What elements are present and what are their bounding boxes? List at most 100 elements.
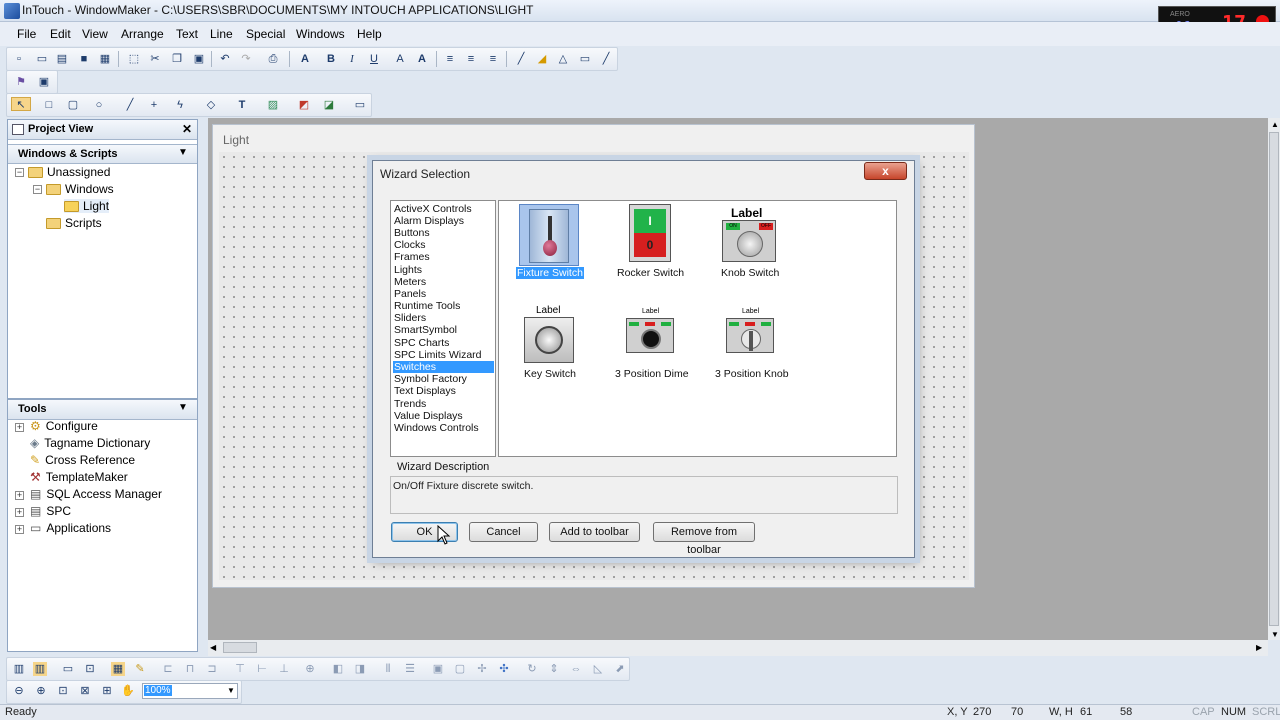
scroll-right-icon[interactable]: ▶ [1256, 643, 1262, 652]
zoom-in-icon[interactable]: ⊕ [34, 684, 48, 698]
smooth-icon[interactable]: ⬈ [613, 662, 627, 676]
expand-icon[interactable]: + [15, 508, 24, 517]
font-icon[interactable]: A [298, 52, 312, 66]
button-tool-icon[interactable]: ▭ [353, 98, 367, 112]
menu-arrange[interactable]: Arrange [121, 27, 164, 41]
pen-icon[interactable]: ✎ [133, 662, 147, 676]
zoom-combo[interactable]: 100% ▼ [142, 683, 238, 699]
category-item[interactable]: Runtime Tools [393, 300, 494, 312]
menu-special[interactable]: Special [246, 27, 285, 41]
align-middle-icon[interactable]: ⊢ [255, 662, 269, 676]
menu-help[interactable]: Help [357, 27, 382, 41]
knob-switch-label[interactable]: Knob Switch [721, 267, 779, 279]
line-style-icon[interactable]: ╱ [599, 52, 613, 66]
runtime-icon[interactable]: ⚑ [14, 75, 28, 89]
project-view-toggle-icon[interactable]: ▥ [12, 662, 26, 676]
space-vertical-icon[interactable]: ☰ [403, 662, 417, 676]
expand-icon[interactable]: + [15, 525, 24, 534]
development-icon[interactable]: ▣ [37, 75, 51, 89]
tool-tagname-dictionary[interactable]: ◈ Tagname Dictionary [30, 436, 150, 450]
three-position-dime-label[interactable]: 3 Position Dime [615, 368, 689, 380]
category-item[interactable]: SPC Charts [393, 337, 494, 349]
rectangle-icon[interactable]: □ [42, 98, 56, 112]
vertical-scrollbar[interactable]: ▲ ▼ [1268, 118, 1280, 640]
make-cell-icon[interactable]: ✢ [475, 662, 489, 676]
category-item[interactable]: Windows Controls [393, 422, 494, 434]
save-all-icon[interactable]: ▦ [98, 52, 112, 66]
tree-item-light[interactable]: Light [64, 199, 110, 213]
rocker-switch-icon[interactable]: I 0 [629, 204, 671, 262]
category-item[interactable]: Panels [393, 288, 494, 300]
bitmap-icon[interactable]: ▨ [266, 98, 280, 112]
menu-text[interactable]: Text [176, 27, 198, 41]
tools-header[interactable]: Tools ▼ [8, 400, 197, 420]
redo-icon[interactable]: ↷ [239, 52, 253, 66]
category-item[interactable]: Meters [393, 276, 494, 288]
category-item[interactable]: Buttons [393, 227, 494, 239]
scroll-down-icon[interactable]: ▼ [1271, 630, 1279, 639]
print-icon[interactable]: ⎙ [266, 52, 280, 66]
vertical-thumb[interactable] [1269, 132, 1279, 626]
window-color-icon[interactable]: ▭ [578, 52, 592, 66]
line-icon[interactable]: ╱ [123, 98, 137, 112]
menu-view[interactable]: View [82, 27, 108, 41]
zoom-fit-icon[interactable]: ⊡ [56, 684, 70, 698]
text-color-icon[interactable]: △ [556, 52, 570, 66]
select-icon[interactable]: ⬚ [127, 52, 141, 66]
group-icon[interactable]: ▣ [431, 662, 445, 676]
reshape-icon[interactable]: ◺ [591, 662, 605, 676]
font-larger-icon[interactable]: A [415, 52, 429, 66]
windows-scripts-section[interactable]: Windows & Scripts ▼ [8, 144, 197, 164]
undo-icon[interactable]: ↶ [218, 52, 232, 66]
category-item[interactable]: SmartSymbol [393, 324, 494, 336]
three-position-dime-icon[interactable] [626, 318, 674, 353]
hv-line-icon[interactable]: + [147, 98, 161, 112]
rounded-rectangle-icon[interactable]: ▢ [66, 98, 80, 112]
category-item[interactable]: Symbol Factory [393, 373, 494, 385]
three-position-knob-label[interactable]: 3 Position Knob [715, 368, 789, 380]
fixture-switch-label[interactable]: Fixture Switch [516, 267, 584, 279]
grid-icon[interactable]: ▦ [111, 662, 125, 676]
tool-cross-reference[interactable]: ✎ Cross Reference [30, 453, 135, 467]
category-item[interactable]: Value Displays [393, 410, 494, 422]
add-to-toolbar-button[interactable]: Add to toolbar [549, 522, 640, 542]
zoom-window-icon[interactable]: ⊞ [100, 684, 114, 698]
save-icon[interactable]: ■ [77, 52, 91, 66]
remove-from-toolbar-button[interactable]: Remove from toolbar [653, 522, 755, 556]
menu-edit[interactable]: Edit [50, 27, 71, 41]
category-item[interactable]: ActiveX Controls [393, 203, 494, 215]
category-item-selected[interactable]: Switches [393, 361, 494, 373]
zoom-selection-icon[interactable]: ⊠ [78, 684, 92, 698]
ungroup-icon[interactable]: ▢ [453, 662, 467, 676]
horizontal-thumb[interactable] [223, 642, 257, 653]
to-front-icon[interactable]: ◧ [331, 662, 345, 676]
bold-icon[interactable]: B [324, 52, 338, 66]
space-horizontal-icon[interactable]: ⫴ [381, 662, 395, 676]
three-position-knob-icon[interactable] [726, 318, 774, 353]
tree-item-windows[interactable]: Windows [46, 182, 114, 196]
scroll-up-icon[interactable]: ▲ [1271, 120, 1279, 129]
open-icon[interactable]: ▤ [55, 52, 69, 66]
knob-switch-icon[interactable]: ON OFF [722, 220, 776, 262]
italic-icon[interactable]: I [345, 52, 359, 66]
historical-trend-icon[interactable]: ◪ [322, 98, 336, 112]
dialog-close-button[interactable]: x [864, 162, 907, 180]
to-back-icon[interactable]: ◨ [353, 662, 367, 676]
collapse-icon[interactable]: − [33, 185, 42, 194]
full-screen-icon[interactable]: ▭ [61, 662, 75, 676]
align-center-icon[interactable]: ≡ [464, 52, 478, 66]
pan-hand-icon[interactable]: ✋ [121, 684, 135, 698]
category-item[interactable]: Trends [393, 398, 494, 410]
rocker-switch-label[interactable]: Rocker Switch [617, 267, 684, 279]
ellipse-icon[interactable]: ○ [92, 98, 106, 112]
line-color-icon[interactable]: ╱ [514, 52, 528, 66]
center-icon[interactable]: ⊕ [303, 662, 317, 676]
tool-templatemaker[interactable]: ⚒ TemplateMaker [30, 470, 128, 484]
fit-icon[interactable]: ⊡ [83, 662, 97, 676]
chevron-down-icon[interactable]: ▼ [178, 147, 188, 158]
polygon-icon[interactable]: ◇ [204, 98, 218, 112]
scroll-left-icon[interactable]: ◀ [210, 643, 216, 652]
align-top-icon[interactable]: ⊤ [233, 662, 247, 676]
key-switch-icon[interactable] [524, 317, 574, 363]
paste-icon[interactable]: ▣ [192, 52, 206, 66]
